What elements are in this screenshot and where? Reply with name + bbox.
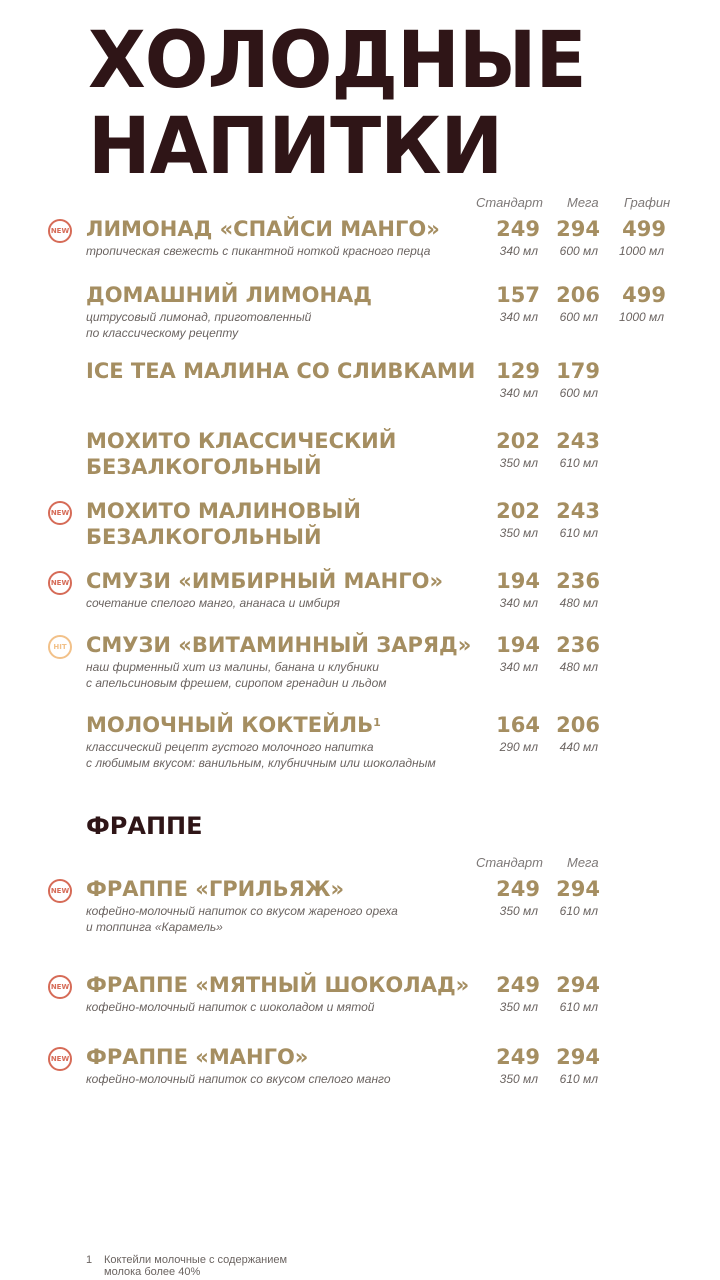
footnote-mark: 1	[373, 716, 381, 729]
item-volume: 600 мл	[559, 244, 598, 258]
item-name: СМУЗИ «ИМБИРНЫЙ МАНГО»	[86, 568, 443, 594]
item-price: 206	[556, 713, 600, 737]
item-price: 499	[622, 217, 666, 241]
item-description: тропическая свежесть с пикантной ноткой …	[86, 244, 431, 258]
item-price: 243	[556, 499, 600, 523]
item-description: кофейно-молочный напиток с шоколадом и м…	[86, 1000, 375, 1014]
item-description: цитрусовый лимонад, приготовленный по кл…	[86, 310, 312, 340]
column-header-mega: Мега	[567, 195, 599, 210]
item-description: сочетание спелого манго, ананаса и имбир…	[86, 596, 340, 610]
item-description: наш фирменный хит из малины, банана и кл…	[86, 660, 387, 690]
item-volume: 600 мл	[559, 310, 598, 324]
new-badge: NEW	[48, 501, 72, 525]
item-name-text: ФРАППЕ «ГРИЛЬЯЖ»	[86, 877, 345, 901]
item-price: 179	[556, 359, 600, 383]
item-description: кофейно-молочный напиток со вкусом жарен…	[86, 904, 398, 934]
item-name: ФРАППЕ «МАНГО»	[86, 1044, 308, 1070]
item-volume: 480 мл	[559, 660, 598, 674]
item-name: МОХИТО МАЛИНОВЫЙ БЕЗАЛКОГОЛЬНЫЙ	[86, 498, 361, 550]
item-volume: 440 мл	[559, 740, 598, 754]
item-name: ФРАППЕ «МЯТНЫЙ ШОКОЛАД»	[86, 972, 469, 998]
item-description: кофейно-молочный напиток со вкусом спело…	[86, 1072, 391, 1086]
item-name: СМУЗИ «ВИТАМИННЫЙ ЗАРЯД»	[86, 632, 471, 658]
frappe-column-header-standard: Стандарт	[476, 855, 543, 870]
footnote-text: Коктейли молочные с содержанием молока б…	[104, 1254, 288, 1278]
item-name: МОЛОЧНЫЙ КОКТЕЙЛЬ1	[86, 712, 381, 738]
item-volume: 610 мл	[559, 526, 598, 540]
item-price: 499	[622, 283, 666, 307]
item-name-text: МОХИТО КЛАССИЧЕСКИЙ БЕЗАЛКОГОЛЬНЫЙ	[86, 429, 397, 479]
item-name: ЛИМОНАД «СПАЙСИ МАНГО»	[86, 216, 440, 242]
item-name-text: МОХИТО МАЛИНОВЫЙ БЕЗАЛКОГОЛЬНЫЙ	[86, 499, 361, 549]
item-description: классический рецепт густого молочного на…	[86, 740, 436, 770]
item-name-text: МОЛОЧНЫЙ КОКТЕЙЛЬ	[86, 713, 374, 737]
page-title: ХОЛОДНЫЕ НАПИТКИ	[88, 16, 587, 192]
new-badge: NEW	[48, 1047, 72, 1071]
item-price: 236	[556, 633, 600, 657]
item-name-text: СМУЗИ «ВИТАМИННЫЙ ЗАРЯД»	[86, 633, 472, 657]
footnote-number: 1	[86, 1254, 93, 1266]
item-price: 294	[556, 877, 600, 901]
item-price: 294	[556, 973, 600, 997]
item-volume: 480 мл	[559, 596, 598, 610]
item-name-text: СМУЗИ «ИМБИРНЫЙ МАНГО»	[86, 569, 444, 593]
item-price: 294	[556, 217, 600, 241]
item-name: ICE TEA МАЛИНА СО СЛИВКАМИ	[86, 358, 475, 384]
item-name-text: ЛИМОНАД «СПАЙСИ МАНГО»	[86, 217, 440, 241]
item-name: ДОМАШНИЙ ЛИМОНАД	[86, 282, 372, 308]
item-price: 206	[556, 283, 600, 307]
new-badge: NEW	[48, 571, 72, 595]
new-badge: NEW	[48, 975, 72, 999]
item-price: 236	[556, 569, 600, 593]
item-volume: 610 мл	[559, 1000, 598, 1014]
frappe-column-header-mega: Мега	[567, 855, 599, 870]
hit-badge: HIT	[48, 635, 72, 659]
column-header-carafe: Графин	[624, 195, 671, 210]
item-volume: 610 мл	[559, 1072, 598, 1086]
item-name-text: ФРАППЕ «МАНГО»	[86, 1045, 309, 1069]
item-volume: 610 мл	[559, 904, 598, 918]
item-name: МОХИТО КЛАССИЧЕСКИЙ БЕЗАЛКОГОЛЬНЫЙ	[86, 428, 396, 480]
new-badge: NEW	[48, 219, 72, 243]
item-volume: 610 мл	[559, 456, 598, 470]
item-volume: 600 мл	[559, 386, 598, 400]
frappe-section-title: ФРАППЕ	[86, 812, 203, 840]
item-name-text: ICE TEA МАЛИНА СО СЛИВКАМИ	[86, 359, 476, 383]
item-volume: 1000 мл	[618, 244, 664, 258]
item-volume: 1000 мл	[618, 310, 664, 324]
new-badge: NEW	[48, 879, 72, 903]
item-name-text: ДОМАШНИЙ ЛИМОНАД	[86, 283, 372, 307]
column-header-standard: Стандарт	[476, 195, 543, 210]
item-price: 243	[556, 429, 600, 453]
item-price: 294	[556, 1045, 600, 1069]
item-name: ФРАППЕ «ГРИЛЬЯЖ»	[86, 876, 344, 902]
item-name-text: ФРАППЕ «МЯТНЫЙ ШОКОЛАД»	[86, 973, 470, 997]
